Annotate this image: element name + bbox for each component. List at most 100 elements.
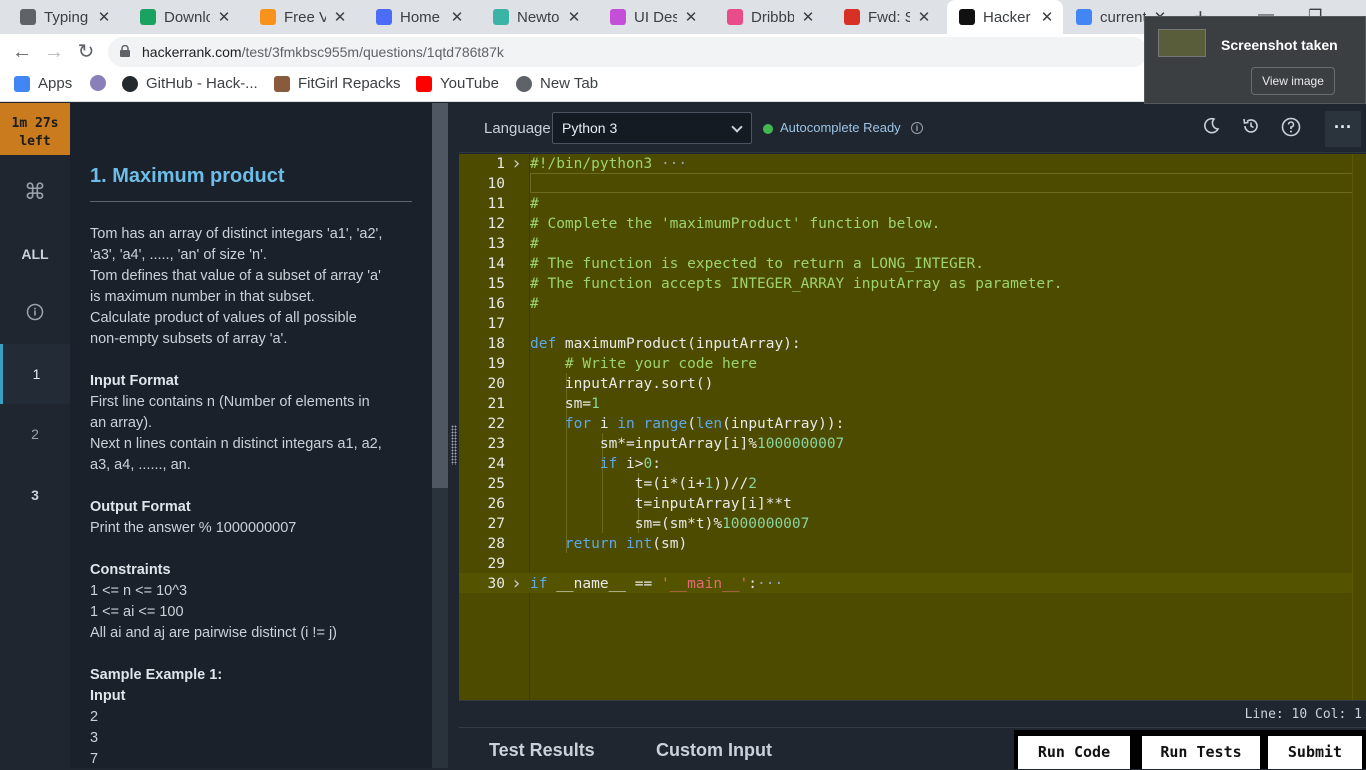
- close-tab-icon[interactable]: ✕: [683, 8, 699, 26]
- close-tab-icon[interactable]: ✕: [332, 8, 348, 26]
- code-line[interactable]: 22 for i in range(len(inputArray)):: [459, 414, 1352, 434]
- code-line[interactable]: 28 return int(sm): [459, 534, 1352, 554]
- tab-title: current: [1100, 8, 1146, 26]
- code-line[interactable]: 15 # The function accepts INTEGER_ARRAY i…: [459, 274, 1352, 294]
- rail-question-3[interactable]: 3: [0, 487, 70, 503]
- code-line[interactable]: 29: [459, 554, 1352, 574]
- tab-test-results[interactable]: Test Results: [489, 740, 595, 761]
- browser-tab[interactable]: Hacker ✕: [947, 0, 1063, 34]
- bookmark-item[interactable]: New Tab: [516, 75, 598, 92]
- fold-chevron-icon[interactable]: ›: [511, 574, 525, 594]
- code-line[interactable]: 26 t=inputArray[i]**t: [459, 494, 1352, 514]
- code-line[interactable]: 14 # The function is expected to return a…: [459, 254, 1352, 274]
- rail-question-2[interactable]: 2: [0, 426, 70, 442]
- rail-question-1[interactable]: 1: [0, 344, 70, 404]
- line-number: 25: [487, 476, 505, 492]
- browser-tab[interactable]: Fwd: Sc ✕: [832, 0, 940, 34]
- fold-chevron-icon[interactable]: ›: [511, 154, 525, 174]
- close-tab-icon[interactable]: ✕: [449, 8, 465, 26]
- chevron-down-icon: [731, 121, 743, 133]
- line-number: 14: [487, 256, 505, 272]
- moon-icon[interactable]: [1200, 117, 1222, 139]
- question-title: 1. Maximum product: [90, 165, 285, 187]
- folded-ellipsis[interactable]: ···: [652, 156, 687, 172]
- line-number: 28: [487, 536, 505, 552]
- info-icon[interactable]: [0, 303, 70, 324]
- history-icon[interactable]: [1240, 117, 1262, 139]
- close-tab-icon[interactable]: ✕: [916, 8, 932, 26]
- bookmark-label: New Tab: [540, 75, 599, 92]
- description-line: 'a3', 'a4', ....., 'an' of size 'n'.: [90, 247, 267, 263]
- code-line[interactable]: 27 sm=(sm*t)%1000000007: [459, 514, 1352, 534]
- rail-all[interactable]: ALL: [0, 246, 70, 262]
- output-format-line: Print the answer % 1000000007: [90, 520, 297, 536]
- question-scrollbar[interactable]: [432, 103, 448, 768]
- code-line[interactable]: 17: [459, 314, 1352, 334]
- code-text: #: [530, 196, 539, 212]
- code-text: #!/bin/python3 ···: [530, 156, 688, 172]
- code-editor[interactable]: 1 › #!/bin/python3 ··· 10 11 #12 # Complete th…: [459, 154, 1366, 700]
- browser-tab[interactable]: UI Desi ✕: [598, 0, 707, 34]
- code-line[interactable]: 12 # Complete the 'maximumProduct' functi…: [459, 214, 1352, 234]
- close-tab-icon[interactable]: ✕: [216, 8, 232, 26]
- autocomplete-info-icon[interactable]: i: [911, 122, 923, 134]
- drag-handle-icon[interactable]: [451, 425, 457, 465]
- help-icon[interactable]: [1280, 117, 1302, 139]
- code-line[interactable]: 23 sm*=inputArray[i]%1000000007: [459, 434, 1352, 454]
- close-tab-icon[interactable]: ✕: [96, 8, 112, 26]
- forward-icon[interactable]: →: [42, 40, 66, 64]
- bookmark-item[interactable]: Apps: [14, 75, 72, 92]
- browser-tab[interactable]: Dribbbl ✕: [715, 0, 824, 34]
- screenshot-thumbnail[interactable]: [1158, 29, 1206, 57]
- description-line: is maximum number in that subset.: [90, 289, 315, 305]
- reload-icon[interactable]: ↻: [74, 40, 98, 64]
- constraint-line: All ai and aj are pairwise distinct (i !…: [90, 625, 338, 641]
- tab-custom-input[interactable]: Custom Input: [656, 740, 772, 761]
- editor-scrollbar[interactable]: [1352, 154, 1366, 700]
- bookmark-item[interactable]: FitGirl Repacks: [274, 75, 401, 92]
- code-line[interactable]: 13 #: [459, 234, 1352, 254]
- code-line[interactable]: 24 if i>0:: [459, 454, 1352, 474]
- more-options-icon[interactable]: ···: [1325, 111, 1361, 147]
- line-number: 20: [487, 376, 505, 392]
- code-text: # Write your code here: [564, 356, 757, 372]
- question-panel: 1. Maximum product Tom has an array of d…: [70, 103, 432, 768]
- bookmark-item[interactable]: YouTube: [416, 75, 499, 92]
- bookmark-item[interactable]: [90, 75, 114, 91]
- browser-tab[interactable]: Free Ve ✕: [248, 0, 356, 34]
- code-line[interactable]: 18 def maximumProduct(inputArray):: [459, 334, 1352, 354]
- code-line[interactable]: 20 inputArray.sort(): [459, 374, 1352, 394]
- code-text: inputArray.sort(): [530, 376, 714, 392]
- code-line[interactable]: 11 #: [459, 194, 1352, 214]
- code-line[interactable]: 21 sm=1: [459, 394, 1352, 414]
- tab-title: Newton: [517, 8, 560, 26]
- run-tests-button[interactable]: Run Tests: [1142, 736, 1260, 769]
- browser-tab[interactable]: Typing | ✕: [8, 0, 120, 34]
- folded-ellipsis[interactable]: ···: [757, 576, 783, 592]
- view-image-button[interactable]: View image: [1251, 67, 1335, 95]
- code-line[interactable]: 25 t=(i*(i+1))//2: [459, 474, 1352, 494]
- close-tab-icon[interactable]: ✕: [566, 8, 582, 26]
- run-code-button[interactable]: Run Code: [1018, 736, 1130, 769]
- code-line[interactable]: 30 › if __name__ == '__main__':···: [459, 574, 1352, 594]
- tab-title: Free Ve: [284, 8, 326, 26]
- question-scrollbar-thumb[interactable]: [432, 103, 448, 488]
- browser-tab[interactable]: Newton ✕: [481, 0, 590, 34]
- code-line[interactable]: 19 # Write your code here: [459, 354, 1352, 374]
- code-text: if __name__ == '__main__':···: [530, 576, 784, 592]
- back-icon[interactable]: ←: [10, 40, 34, 64]
- editor-footer: Test Results Custom Input Run Code Run T…: [459, 727, 1366, 769]
- close-tab-icon[interactable]: ✕: [800, 8, 816, 26]
- close-tab-icon[interactable]: ✕: [1039, 8, 1055, 26]
- browser-tab[interactable]: Downlo ✕: [128, 0, 240, 34]
- browser-tab[interactable]: Home - ✕: [364, 0, 473, 34]
- command-icon[interactable]: ⌘: [0, 179, 70, 205]
- language-select[interactable]: Python 3: [552, 112, 752, 144]
- submit-button[interactable]: Submit: [1268, 736, 1362, 769]
- code-line[interactable]: 10: [459, 174, 1352, 194]
- address-bar[interactable]: hackerrank.com/test/3fmkbsc955m/question…: [108, 37, 1148, 67]
- code-line[interactable]: 1 › #!/bin/python3 ···: [459, 154, 1352, 174]
- code-line[interactable]: 16 #: [459, 294, 1352, 314]
- bookmark-item[interactable]: GitHub - Hack-...: [122, 75, 258, 92]
- tab-favicon-icon: [610, 9, 626, 25]
